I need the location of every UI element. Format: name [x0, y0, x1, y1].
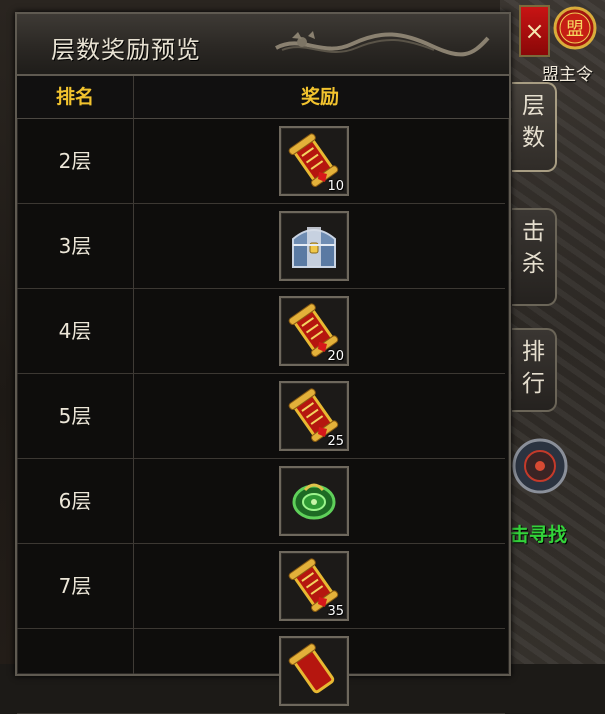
column-header-reward: 奖励 [300, 86, 339, 108]
jade-pendant-icon [292, 483, 336, 520]
item-quantity: 20 [327, 349, 344, 364]
table-row: 2层 10 [17, 119, 505, 204]
floor-label: 6层 [58, 489, 92, 513]
tab-rank[interactable]: 排行 [512, 328, 557, 412]
item-quantity: 10 [327, 179, 344, 194]
table-row: 7层 35 [17, 544, 505, 629]
red-scroll-icon [288, 643, 335, 694]
floor-label: 2层 [58, 149, 92, 173]
reward-slot[interactable]: 25 [279, 381, 349, 451]
alliance-badge-label: 盟主令 [542, 65, 593, 85]
floor-label [17, 629, 133, 713]
tab-layers-label: 层数 [521, 93, 545, 151]
reward-slot[interactable] [279, 466, 349, 536]
table-row: 3层 [17, 204, 505, 289]
item-quantity: 35 [327, 604, 344, 619]
alliance-badge-icon[interactable]: 盟 [552, 4, 598, 54]
table-header: 排名 奖励 [17, 76, 509, 119]
floor-label: 7层 [58, 574, 92, 598]
reward-slot[interactable]: 35 [279, 551, 349, 621]
table-row: 6层 [17, 459, 505, 544]
panel-header: 层数奖励预览 [17, 14, 509, 76]
dragon-emblem-icon [275, 31, 490, 57]
panel-title: 层数奖励预览 [51, 36, 201, 64]
tab-rank-label: 排行 [521, 339, 545, 397]
tab-kill-label: 击杀 [521, 219, 545, 277]
table-row: 5层 25 [17, 374, 505, 459]
reward-slot[interactable]: 20 [279, 296, 349, 366]
tab-kill[interactable]: 击杀 [512, 208, 557, 306]
table-row: 4层 20 [17, 289, 505, 374]
reward-slot[interactable] [279, 636, 349, 706]
item-quantity: 25 [327, 434, 344, 449]
column-header-rank: 排名 [55, 86, 94, 108]
treasure-chest-icon [292, 227, 336, 268]
find-label[interactable]: 击寻找 [510, 520, 567, 547]
floor-label: 4层 [58, 319, 92, 343]
tab-layers[interactable]: 层数 [512, 82, 557, 172]
table-row [17, 629, 505, 714]
reward-slot[interactable] [279, 211, 349, 281]
floor-label: 3层 [58, 234, 92, 258]
alliance-badge-glyph: 盟 [566, 19, 584, 40]
floor-reward-panel: 层数奖励预览 排名 奖励 2层 10 3层 4层 20 5层 25 6层 7层 … [15, 12, 511, 714]
floor-label: 5层 [58, 404, 92, 428]
compass-icon[interactable] [512, 428, 568, 504]
close-button[interactable]: × [519, 5, 550, 57]
reward-slot[interactable]: 10 [279, 126, 349, 196]
